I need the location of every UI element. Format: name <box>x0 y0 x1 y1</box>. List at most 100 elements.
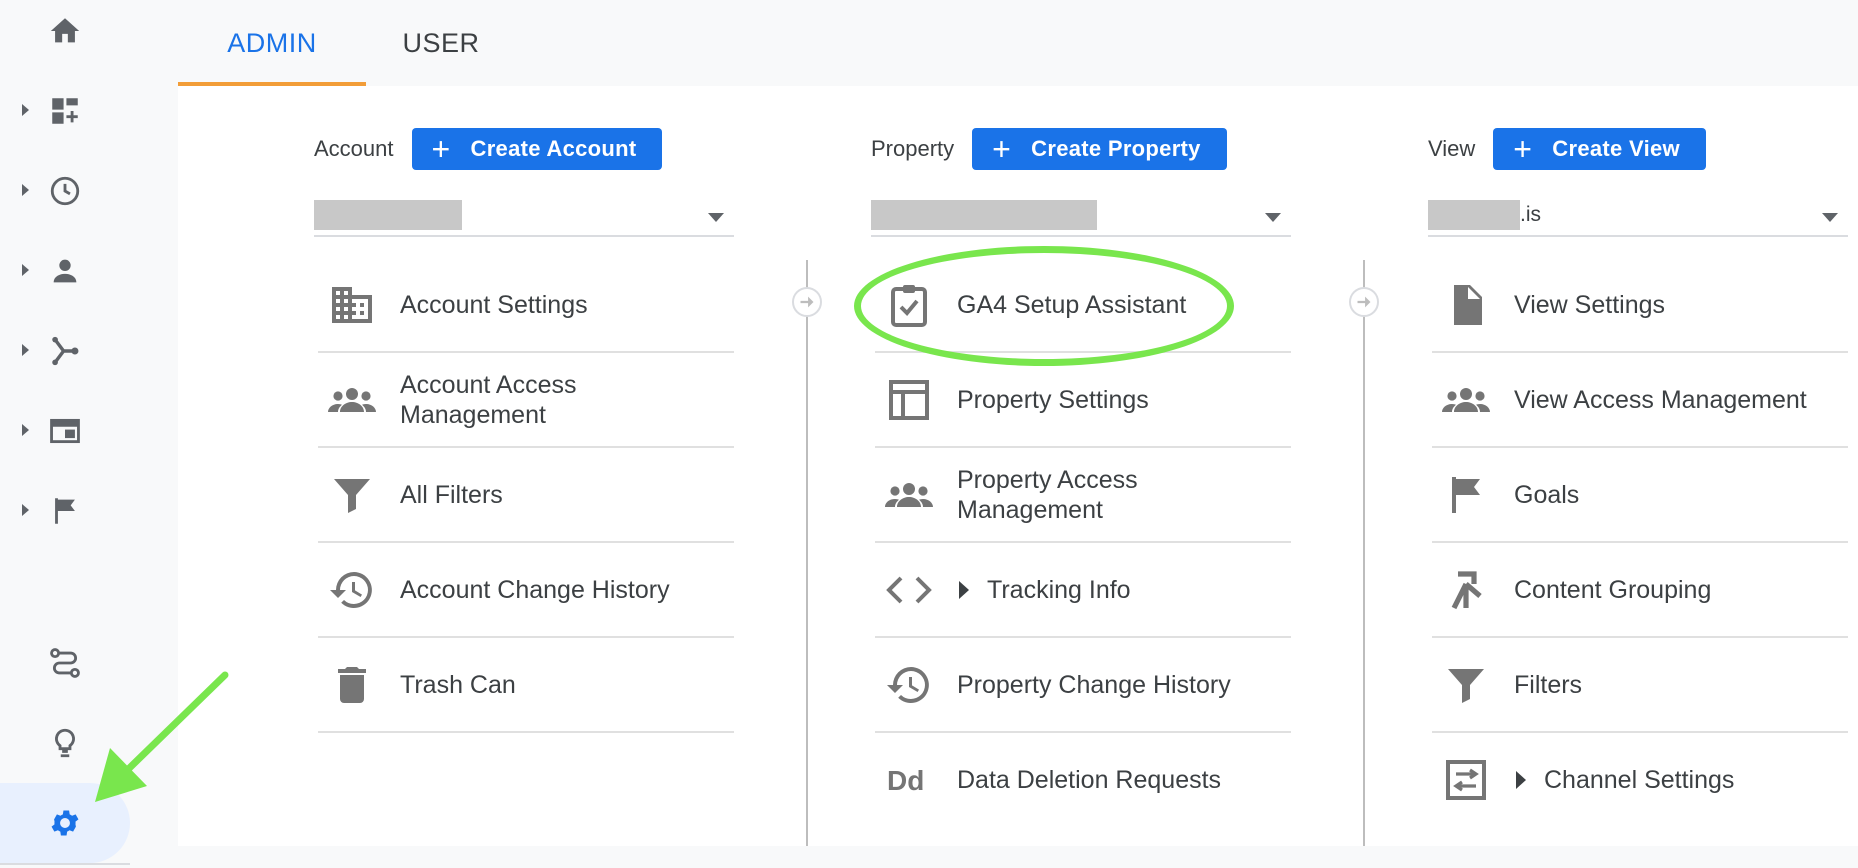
arrow-right-circle-icon[interactable] <box>1349 287 1379 317</box>
arrow-right-circle-icon[interactable] <box>792 287 822 317</box>
menu-label: Content Grouping <box>1514 575 1712 604</box>
caret-right-icon <box>22 504 29 516</box>
nav-acquisition[interactable] <box>0 320 178 380</box>
menu-label: GA4 Setup Assistant <box>957 290 1187 319</box>
column-divider <box>1363 260 1365 846</box>
menu-label: Tracking Info <box>987 575 1131 604</box>
plus-icon: + <box>431 131 451 167</box>
channel-icon <box>1442 756 1490 804</box>
property-title: Property <box>871 136 955 161</box>
menu-property-change-history[interactable]: Property Change History <box>875 638 1291 733</box>
nav-discover[interactable] <box>0 712 178 772</box>
document-icon <box>1442 281 1490 329</box>
property-header: Property + Create Property <box>871 128 1227 170</box>
caret-right-icon <box>22 104 29 116</box>
menu-label: Channel Settings <box>1544 765 1735 794</box>
create-property-button[interactable]: + Create Property <box>972 128 1227 170</box>
building-icon <box>328 281 376 329</box>
redacted-account-name <box>314 200 462 230</box>
menu-label: Property Access Management <box>957 465 1138 524</box>
grouping-icon <box>1442 566 1490 614</box>
create-account-label: Create Account <box>470 136 637 161</box>
customization-icon <box>48 94 82 128</box>
menu-label: Filters <box>1514 670 1583 699</box>
menu-trash-can[interactable]: Trash Can <box>318 638 734 733</box>
menu-label: Property Settings <box>957 385 1149 414</box>
admin-panel: Account + Create Account Account Setting… <box>178 86 1858 846</box>
menu-label: Account Change History <box>400 575 670 604</box>
plus-icon: + <box>1513 131 1533 167</box>
clipboard-check-icon <box>885 281 933 329</box>
menu-content-grouping[interactable]: Content Grouping <box>1432 543 1848 638</box>
layout-icon <box>885 376 933 424</box>
menu-data-deletion-requests[interactable]: Dd Data Deletion Requests <box>875 733 1291 826</box>
create-account-button[interactable]: + Create Account <box>411 128 663 170</box>
menu-goals[interactable]: Goals <box>1432 448 1848 543</box>
tab-admin[interactable]: ADMIN <box>178 0 366 86</box>
home-icon <box>48 14 82 48</box>
menu-account-access-management[interactable]: Account Access Management <box>318 353 734 448</box>
nav-audience[interactable] <box>0 240 178 300</box>
plus-icon: + <box>992 131 1012 167</box>
nav-home[interactable] <box>0 0 178 60</box>
expand-arrow-icon <box>1516 770 1526 789</box>
filter-icon <box>328 471 376 519</box>
menu-channel-settings[interactable]: Channel Settings <box>1432 733 1848 826</box>
caret-right-icon <box>22 344 29 356</box>
view-selector[interactable]: .is <box>1428 191 1848 237</box>
nav-behavior[interactable] <box>0 400 178 460</box>
code-icon <box>885 566 933 614</box>
svg-text:Dd: Dd <box>887 765 924 796</box>
people-icon <box>328 376 376 424</box>
menu-account-change-history[interactable]: Account Change History <box>318 543 734 638</box>
account-column: Account + Create Account Account Setting… <box>314 86 814 846</box>
behavior-icon <box>48 414 82 448</box>
nav-conversions[interactable] <box>0 480 178 540</box>
menu-view-access-management[interactable]: View Access Management <box>1432 353 1848 448</box>
audience-icon <box>48 254 82 288</box>
property-column: Property + Create Property GA4 Setup Ass… <box>871 86 1371 846</box>
nav-admin[interactable] <box>0 783 130 863</box>
acquisition-icon <box>48 334 82 368</box>
lightbulb-icon <box>48 726 82 760</box>
property-selector[interactable] <box>871 191 1291 237</box>
create-view-button[interactable]: + Create View <box>1493 128 1706 170</box>
caret-right-icon <box>22 264 29 276</box>
view-header: View + Create View <box>1428 128 1706 170</box>
account-title: Account <box>314 136 394 161</box>
menu-label: Account Access Management <box>400 370 577 429</box>
menu-label: View Settings <box>1514 290 1666 319</box>
menu-property-settings[interactable]: Property Settings <box>875 353 1291 448</box>
expand-arrow-icon <box>959 580 969 599</box>
account-selector[interactable] <box>314 191 734 237</box>
menu-all-filters[interactable]: All Filters <box>318 448 734 543</box>
view-column: View + Create View .is View Settings Vie… <box>1428 86 1858 846</box>
menu-filters[interactable]: Filters <box>1432 638 1848 733</box>
menu-label: Goals <box>1514 480 1580 509</box>
menu-tracking-info[interactable]: Tracking Info <box>875 543 1291 638</box>
tab-user[interactable]: USER <box>366 0 516 86</box>
menu-ga4-setup-assistant[interactable]: GA4 Setup Assistant <box>875 258 1291 353</box>
nav-realtime[interactable] <box>0 160 178 220</box>
dropdown-caret-icon <box>1822 213 1838 222</box>
property-menu: GA4 Setup Assistant Property Settings Pr… <box>875 258 1291 826</box>
flag-icon <box>1442 471 1490 519</box>
dropdown-caret-icon <box>708 213 724 222</box>
dd-icon: Dd <box>885 756 933 804</box>
nav-customization[interactable] <box>0 80 178 140</box>
create-view-label: Create View <box>1552 136 1680 161</box>
menu-account-settings[interactable]: Account Settings <box>318 258 734 353</box>
history-icon <box>328 566 376 614</box>
nav-attribution[interactable] <box>0 632 178 692</box>
conversions-icon <box>48 494 82 528</box>
caret-right-icon <box>22 424 29 436</box>
menu-label: Account Settings <box>400 290 588 319</box>
menu-view-settings[interactable]: View Settings <box>1432 258 1848 353</box>
dropdown-caret-icon <box>1265 213 1281 222</box>
redacted-property-name <box>871 200 1097 230</box>
menu-label: Trash Can <box>400 670 516 699</box>
bottom-strip <box>178 846 1858 868</box>
caret-right-icon <box>22 184 29 196</box>
admin-user-tabs: ADMIN USER <box>178 0 1858 86</box>
menu-property-access-management[interactable]: Property Access Management <box>875 448 1291 543</box>
